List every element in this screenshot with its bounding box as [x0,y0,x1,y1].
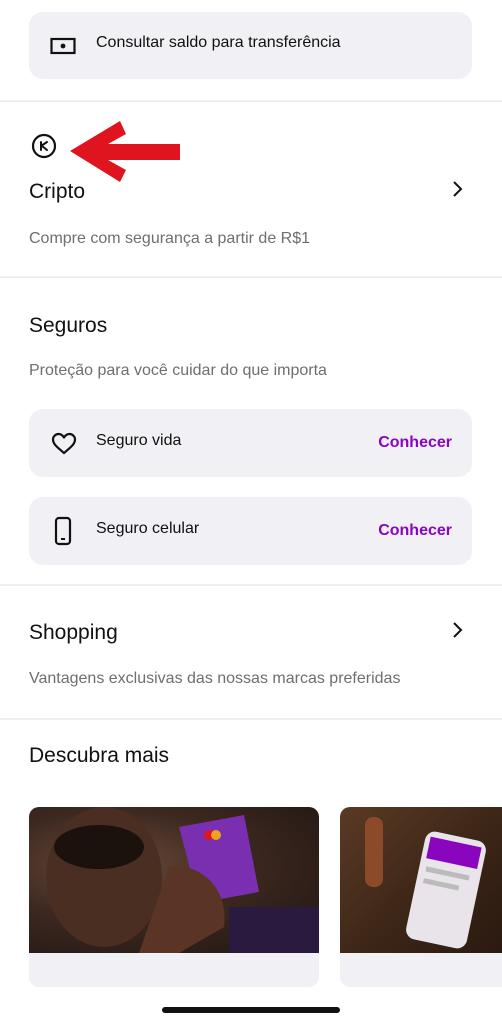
transfer-balance-label: Consultar saldo para transferência [96,34,341,51]
chevron-right-icon [452,180,464,198]
promo-card[interactable] [340,807,502,987]
discover-title: Descubra mais [29,744,170,767]
person-with-card-photo [29,807,319,953]
phone-insurance-label: Seguro celular [96,520,200,537]
phone-insurance-card[interactable]: Seguro celular Conhecer [29,497,472,565]
phone-app-photo [340,807,502,953]
promo-card-label-strip [340,953,502,987]
cash-icon [50,37,76,60]
promo-card[interactable] [29,807,319,987]
divider [0,718,502,720]
shopping-section[interactable]: Shopping Vantagens exclusivas das nossas… [0,586,502,716]
red-arrow-annotation-icon [68,120,182,187]
insurance-subtitle: Proteção para você cuidar do que importa [29,362,327,379]
life-insurance-cta[interactable]: Conhecer [378,434,452,452]
transfer-balance-card[interactable]: Consultar saldo para transferência [29,12,472,79]
life-insurance-card[interactable]: Seguro vida Conhecer [29,409,472,477]
life-insurance-label: Seguro vida [96,432,182,449]
heart-icon [51,432,77,461]
crypto-title: Cripto [29,180,86,203]
home-indicator[interactable] [162,1007,340,1013]
crypto-section[interactable]: Cripto Compre com segurança a partir de … [0,102,502,274]
promo-card-label-strip [29,953,319,987]
shopping-subtitle: Vantagens exclusivas das nossas marcas p… [29,670,401,687]
shopping-title: Shopping [29,621,118,644]
divider [0,276,502,278]
phone-icon [54,516,72,551]
crypto-coin-icon [31,133,57,164]
crypto-subtitle: Compre com segurança a partir de R$1 [29,230,311,247]
chevron-right-icon [452,621,464,639]
phone-insurance-cta[interactable]: Conhecer [378,522,452,540]
insurance-title: Seguros [29,314,108,337]
